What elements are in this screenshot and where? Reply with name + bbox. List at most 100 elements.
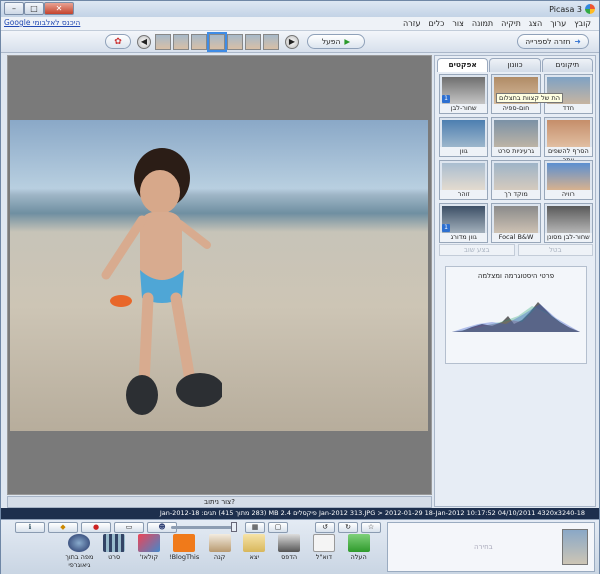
effect-label: מוקד רך bbox=[492, 190, 540, 199]
filmstrip-thumb[interactable] bbox=[155, 34, 171, 50]
effect-filtered-bw[interactable]: שחור-לבן מסונן bbox=[543, 203, 593, 243]
effect-warmify[interactable]: הסרף להשפים יותר bbox=[543, 117, 593, 164]
menu-picture[interactable]: תמונה bbox=[468, 19, 497, 28]
photo-tray[interactable]: בחירה bbox=[387, 522, 595, 572]
export-label: יצא bbox=[249, 553, 260, 561]
menu-folder[interactable]: תיקיה bbox=[497, 19, 525, 28]
effect-graduated-tint[interactable]: 1 גוון מדורג bbox=[439, 203, 489, 243]
effect-tooltip: הת של קצוות בתצלום bbox=[496, 93, 563, 103]
app-title: Picasa 3 bbox=[549, 4, 599, 14]
tab-basic-fixes[interactable]: תיקונים בסיסיים bbox=[541, 58, 593, 81]
effect-focal-bw[interactable]: Focal B&W bbox=[491, 203, 541, 243]
blogthis-button[interactable]: BlogThis! bbox=[169, 534, 199, 569]
photo-viewer[interactable] bbox=[7, 55, 432, 495]
menu-tools[interactable]: כלים bbox=[425, 19, 449, 28]
filmstrip-thumb[interactable] bbox=[263, 34, 279, 50]
effect-label: גוון bbox=[440, 147, 488, 156]
orange-bucket bbox=[110, 295, 132, 307]
print-label: הדפס bbox=[281, 553, 298, 561]
pin-icon: ● bbox=[92, 523, 100, 531]
effect-label: זוהר bbox=[440, 190, 488, 199]
effect-preview bbox=[494, 206, 538, 234]
rotate-buttons: ↺ ↻ ☆ bbox=[315, 522, 381, 533]
zoom-slider[interactable] bbox=[171, 522, 237, 532]
arrow-left-icon: ◀ bbox=[140, 37, 148, 46]
frame-icon: ▢ bbox=[274, 523, 282, 531]
histogram-title: פרטי היסטוגרמה ומצלמה bbox=[477, 272, 555, 280]
undo-redo-row: בטל בצע שוב bbox=[439, 244, 593, 256]
effect-tint[interactable]: גוון bbox=[439, 117, 489, 157]
tab-effects[interactable]: אפקטים bbox=[437, 58, 489, 72]
arrow-right-icon: ▶ bbox=[288, 37, 296, 46]
maximize-button[interactable]: □ bbox=[24, 2, 44, 15]
shop-button[interactable]: קנה bbox=[205, 534, 234, 569]
single-view-button[interactable]: ▢ bbox=[268, 522, 288, 533]
filmstrip-thumb-selected[interactable] bbox=[207, 32, 227, 52]
globe-icon bbox=[68, 534, 91, 552]
geotag-button[interactable]: מפה בתוך גיאוגרפי bbox=[65, 534, 94, 569]
effect-label: שחור-לבן מסונן bbox=[544, 233, 592, 242]
star-button[interactable]: ☆ bbox=[361, 522, 381, 533]
location-button[interactable]: ● bbox=[81, 522, 111, 533]
email-button[interactable]: דוא"ל bbox=[310, 534, 339, 569]
effect-count-badge: 1 bbox=[442, 224, 451, 232]
tab-tuning[interactable]: כוונון bbox=[489, 58, 541, 72]
back-to-library-button[interactable]: חזרה לספרייה ➜ bbox=[517, 34, 589, 49]
movie-button[interactable]: סרט bbox=[100, 534, 129, 569]
effect-film-grain[interactable]: גרעיניות סרט bbox=[491, 117, 541, 157]
toolbar: ✿ ◀ ▶ הפעל ▶ חזרה לספרייה ➜ bbox=[1, 31, 599, 53]
person-icon: ☻ bbox=[158, 523, 166, 531]
geotag-label: מפה בתוך גיאוגרפי bbox=[65, 553, 94, 569]
blogger-icon bbox=[173, 534, 196, 552]
effect-soft-focus[interactable]: מוקד רך bbox=[491, 160, 541, 200]
menu-create[interactable]: צור bbox=[448, 19, 467, 28]
effect-label: Focal B&W bbox=[492, 233, 540, 242]
edit-tabs: תיקונים בסיסיים כוונון אפקטים bbox=[437, 58, 593, 81]
next-photo-button[interactable]: ▶ bbox=[285, 35, 299, 49]
effect-label: הסרף להשפים יותר bbox=[544, 147, 592, 164]
redo-button[interactable]: בצע שוב bbox=[439, 244, 515, 256]
google-albums-link[interactable]: היכנס לאלבומי Google bbox=[4, 18, 80, 27]
rotate-right-button[interactable]: ↻ bbox=[338, 522, 358, 533]
close-button[interactable]: ✕ bbox=[44, 2, 74, 15]
viewer-status-bar: צור ניתוב? bbox=[7, 496, 432, 508]
tray-photo-thumb[interactable] bbox=[562, 529, 588, 565]
effect-glow[interactable]: זוהר bbox=[439, 160, 489, 200]
effect-bw[interactable]: 1 שחור-לבן bbox=[439, 74, 489, 114]
collage-label: קולאז' bbox=[139, 553, 159, 561]
minimize-button[interactable]: – bbox=[4, 2, 24, 15]
menu-help[interactable]: עזרה bbox=[399, 19, 425, 28]
print-button[interactable]: הדפס bbox=[275, 534, 304, 569]
effect-count-badge: 1 bbox=[442, 95, 451, 103]
info-button[interactable]: ℹ bbox=[15, 522, 45, 533]
effect-label: חדד bbox=[544, 104, 592, 113]
grid-view-button[interactable]: ▦ bbox=[245, 522, 265, 533]
export-button[interactable]: ✿ bbox=[105, 34, 131, 49]
play-icon: ▶ bbox=[344, 37, 351, 46]
undo-button[interactable]: בטל bbox=[517, 244, 593, 256]
collage-button[interactable]: קולאז' bbox=[135, 534, 164, 569]
export-action-button[interactable]: יצא bbox=[240, 534, 269, 569]
menu-edit[interactable]: ערוך bbox=[546, 19, 570, 28]
filmstrip-thumb[interactable] bbox=[245, 34, 261, 50]
effect-saturation[interactable]: רוויה bbox=[543, 160, 593, 200]
filmstrip bbox=[155, 32, 279, 52]
menu-view[interactable]: הצג bbox=[525, 19, 546, 28]
play-button[interactable]: הפעל ▶ bbox=[307, 34, 365, 49]
effect-preview bbox=[546, 120, 590, 148]
filmstrip-thumb[interactable] bbox=[191, 34, 207, 50]
effect-preview bbox=[546, 163, 590, 191]
photo-image bbox=[10, 120, 428, 431]
filmstrip-thumb[interactable] bbox=[227, 34, 243, 50]
filmstrip-thumb[interactable] bbox=[173, 34, 189, 50]
menu-file[interactable]: קובץ bbox=[570, 19, 595, 28]
previous-photo-button[interactable]: ◀ bbox=[137, 35, 151, 49]
caption-button[interactable]: ▭ bbox=[114, 522, 144, 533]
shopping-book-icon bbox=[208, 534, 231, 552]
rotate-left-button[interactable]: ↺ bbox=[315, 522, 335, 533]
zoom-slider-knob[interactable] bbox=[231, 522, 237, 532]
upload-button[interactable]: העלה bbox=[344, 534, 373, 569]
photo-info-bar: 18-Jan-2012 313.JPG > 2012-01-29 18-Jan-… bbox=[1, 508, 599, 519]
edit-panel: תיקונים בסיסיים כוונון אפקטים חדד חום-ספ… bbox=[434, 55, 596, 507]
tag-button[interactable]: ◆ bbox=[48, 522, 78, 533]
